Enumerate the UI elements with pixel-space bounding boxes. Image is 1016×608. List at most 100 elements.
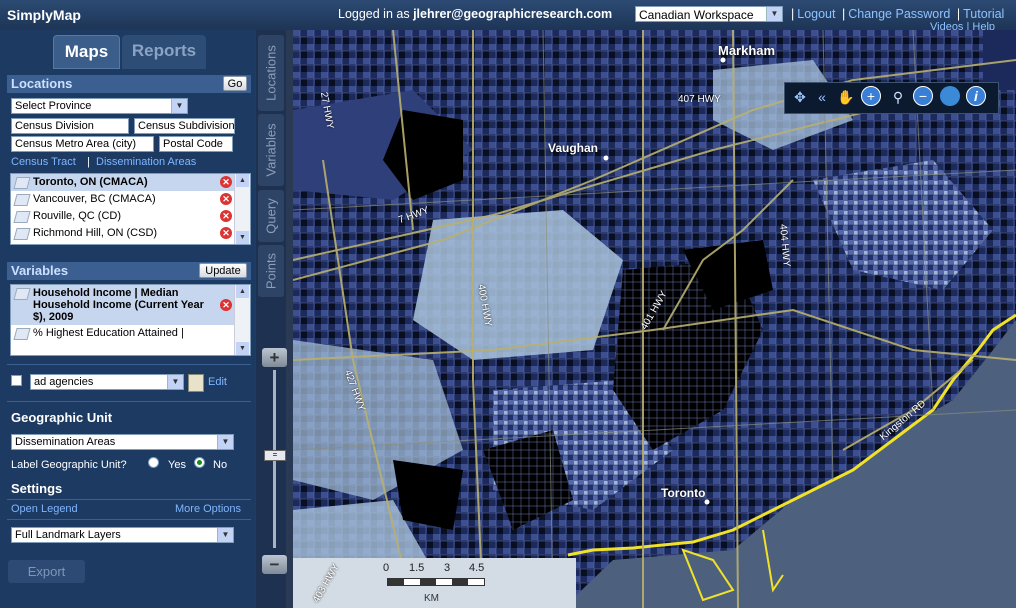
list-item[interactable]: Richmond Hill, ON (CSD) ✕ [11, 225, 250, 242]
zoom-in-icon[interactable]: + [861, 86, 881, 106]
info-icon[interactable]: i [966, 86, 986, 106]
workspace-value: Canadian Workspace [639, 8, 754, 22]
pan-icon[interactable]: ✥ [789, 86, 811, 108]
census-division-button[interactable]: Census Division [11, 118, 129, 134]
location-pin-icon [13, 194, 31, 206]
remove-icon[interactable]: ✕ [220, 299, 232, 311]
province-select-value: Select Province [15, 100, 92, 112]
list-item[interactable]: Vancouver, BC (CMACA) ✕ [11, 191, 250, 208]
map-label-toronto: Toronto [661, 486, 706, 500]
label-no-radio[interactable] [194, 457, 205, 468]
zoom-out-button[interactable]: − [262, 555, 287, 574]
logout-link[interactable]: Logout [797, 7, 835, 21]
top-bar: SimplyMap Logged in as jlehrer@geographi… [0, 0, 1016, 33]
scale-tick: 4.5 [469, 562, 485, 574]
scroll-up-icon[interactable]: ▲ [236, 174, 249, 187]
label-no: No [213, 459, 228, 471]
map-toolbar: ✥ « ✋ + ⚲ − i [784, 82, 999, 114]
remove-icon[interactable]: ✕ [220, 176, 232, 188]
scale-tick: 0 [383, 562, 390, 574]
scroll-down-icon[interactable]: ▼ [236, 231, 249, 244]
list-icon[interactable] [188, 374, 204, 392]
zoom-out-icon[interactable]: − [913, 86, 933, 106]
thematic-map[interactable]: Markham Vaughan Toronto 407 HWY 7 HWY 27… [293, 30, 1016, 608]
label-yes-radio[interactable] [148, 457, 159, 468]
tab-reports[interactable]: Reports [122, 35, 206, 69]
open-legend-link[interactable]: Open Legend [11, 503, 78, 515]
toronto-marker [704, 499, 710, 505]
scale-bar-graphic [387, 578, 485, 586]
dissemination-areas-link[interactable]: Dissemination Areas [96, 156, 196, 168]
vtab-points[interactable]: Points [258, 245, 284, 297]
zoom-in-button[interactable]: + [262, 348, 287, 367]
postal-code-button[interactable]: Postal Code [159, 136, 233, 152]
vtab-query[interactable]: Query [258, 190, 284, 242]
scroll-up-icon[interactable]: ▲ [236, 285, 249, 298]
change-password-link[interactable]: Change Password [848, 7, 950, 21]
landmark-layers-select[interactable]: Full Landmark Layers ▼ [11, 527, 234, 543]
variables-list: Household Income | Median Household Inco… [10, 284, 251, 356]
back-icon[interactable]: « [811, 86, 833, 108]
chevron-down-icon: ▼ [766, 7, 782, 21]
variables-scrollbar[interactable]: ▲ ▼ [234, 285, 250, 355]
vtab-variables[interactable]: Variables [258, 114, 284, 186]
locations-scrollbar[interactable]: ▲ ▼ [234, 174, 250, 244]
edit-link[interactable]: Edit [208, 376, 227, 388]
workspace-select[interactable]: Canadian Workspace ▼ [635, 6, 783, 22]
census-tract-link[interactable]: Census Tract [11, 156, 76, 168]
divider [7, 364, 251, 365]
markham-marker [720, 57, 726, 63]
census-subdivision-button[interactable]: Census Subdivision [134, 118, 235, 134]
vtab-label: Variables [263, 123, 279, 177]
top-links: | Logout | Change Password | Tutorial [791, 7, 1005, 21]
location-name: Toronto, ON (CMACA) [33, 176, 148, 188]
location-name: Richmond Hill, ON (CSD) [33, 227, 158, 239]
scroll-down-icon[interactable]: ▼ [236, 342, 249, 355]
radio-selected-dot [197, 460, 202, 465]
remove-icon[interactable]: ✕ [220, 210, 232, 222]
scale-unit: KM [424, 593, 439, 604]
filter-checkbox[interactable] [11, 375, 22, 386]
scale-tick: 3 [444, 562, 451, 574]
scale-bar: 0 1.5 3 4.5 KM [379, 560, 497, 608]
location-name: Rouville, QC (CD) [33, 210, 122, 222]
variable-icon [13, 288, 31, 300]
tab-maps[interactable]: Maps [53, 35, 120, 69]
census-metro-area-button[interactable]: Census Metro Area (city) [11, 136, 154, 152]
map-label-hwy407: 407 HWY [678, 94, 721, 105]
globe-icon[interactable] [940, 86, 960, 106]
variable-name: Household Income | Median Household Inco… [33, 287, 204, 323]
location-pin-icon [13, 177, 31, 189]
settings-heading: Settings [11, 481, 63, 496]
left-panel: Maps Reports Locations Go Select Provinc… [0, 30, 255, 608]
filter-select[interactable]: ad agencies ▼ [30, 374, 184, 390]
remove-icon[interactable]: ✕ [220, 193, 232, 205]
export-button[interactable]: Export [8, 560, 85, 583]
variable-icon [13, 328, 31, 340]
zoom-slider-thumb[interactable]: = [264, 450, 286, 461]
label-yes: Yes [168, 459, 186, 471]
vtab-locations[interactable]: Locations [258, 35, 284, 111]
login-user: jlehrer@geographicresearch.com [413, 7, 613, 21]
geographic-unit-select[interactable]: Dissemination Areas ▼ [11, 434, 234, 450]
remove-icon[interactable]: ✕ [220, 227, 232, 239]
zoom-control: + = − [262, 346, 288, 578]
more-options-link[interactable]: More Options [175, 503, 241, 515]
list-item[interactable]: Rouville, QC (CD) ✕ [11, 208, 250, 225]
tutorial-link[interactable]: Tutorial [963, 7, 1004, 21]
divider [7, 401, 251, 402]
login-status: Logged in as jlehrer@geographicresearch.… [338, 7, 612, 21]
update-button[interactable]: Update [199, 263, 247, 278]
list-item[interactable]: % Highest Education Attained | [11, 325, 250, 341]
label-geographic-unit-question: Label Geographic Unit? [11, 459, 127, 471]
list-item[interactable]: Household Income | Median Household Inco… [11, 285, 250, 325]
list-item[interactable]: Toronto, ON (CMACA) ✕ [11, 174, 250, 191]
locations-list: Toronto, ON (CMACA) ✕ Vancouver, BC (CMA… [10, 173, 251, 245]
province-select[interactable]: Select Province ▼ [11, 98, 188, 114]
hand-icon[interactable]: ✋ [835, 86, 857, 108]
locations-heading: Locations [11, 76, 73, 91]
geographic-unit-value: Dissemination Areas [15, 436, 116, 448]
go-button[interactable]: Go [223, 76, 247, 91]
link-separator: | [87, 156, 90, 168]
zoom-box-icon[interactable]: ⚲ [887, 86, 909, 108]
